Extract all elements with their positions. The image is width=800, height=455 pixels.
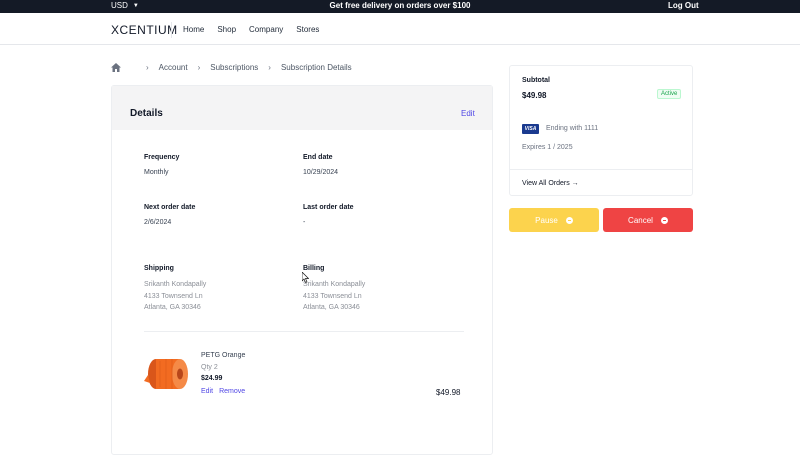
frequency-label: Frequency — [144, 154, 180, 161]
pause-button[interactable]: Pause — [509, 208, 599, 232]
product-total: $49.98 — [436, 388, 461, 397]
logout-link[interactable]: Log Out — [668, 1, 699, 10]
shipping-city: Atlanta, GA 30346 — [144, 304, 201, 311]
product-edit-link[interactable]: Edit — [201, 388, 213, 395]
announcement-bar: USD ▼ Get free delivery on orders over $… — [0, 0, 800, 13]
end-date-field: End date 10/29/2024 — [303, 154, 338, 176]
view-all-orders-link[interactable]: View All Orders → — [522, 180, 579, 187]
card-expires: Expires 1 / 2025 — [522, 144, 573, 151]
next-order-field: Next order date 2/6/2024 — [144, 204, 195, 226]
nav-item-company[interactable]: Company — [249, 25, 283, 34]
visa-card-icon: VISA — [522, 124, 539, 134]
product-actions: Edit Remove — [201, 388, 245, 395]
breadcrumb-subscription-details: Subscription Details — [280, 63, 352, 72]
nav-item-home[interactable]: Home — [183, 25, 204, 34]
frequency-value: Monthly — [144, 169, 169, 176]
cancel-button[interactable]: Cancel — [603, 208, 693, 232]
chevron-right-icon: › — [268, 63, 271, 72]
status-badge: Active — [657, 89, 682, 99]
next-order-value: 2/6/2024 — [144, 219, 172, 226]
breadcrumb-subscriptions[interactable]: Subscriptions — [210, 63, 258, 72]
card-ending: Ending with 1111 — [546, 125, 599, 132]
shipping-street: 4133 Townsend Ln — [144, 292, 203, 300]
billing-label: Billing — [303, 265, 325, 272]
product-remove-link[interactable]: Remove — [219, 388, 245, 395]
last-order-value: - — [303, 219, 306, 226]
product-qty: Qty 2 — [201, 364, 218, 371]
details-edit-link[interactable]: Edit — [461, 109, 475, 118]
billing-address: Billing Srikanth Kondapally 4133 Townsen… — [303, 265, 365, 314]
billing-name: Srikanth Kondapally — [303, 281, 366, 288]
shipping-label: Shipping — [144, 265, 174, 272]
product-price: $24.99 — [201, 375, 223, 382]
nav-item-shop[interactable]: Shop — [217, 25, 236, 34]
product-name[interactable]: PETG Orange — [201, 352, 245, 359]
chevron-right-icon: › — [146, 63, 149, 72]
logo[interactable]: XCENTIUM — [111, 23, 178, 37]
main-nav: Home Shop Company Stores — [183, 25, 319, 34]
minus-circle-icon — [565, 216, 573, 224]
subtotal-value: $49.98 — [522, 91, 547, 100]
billing-street: 4133 Townsend Ln — [303, 292, 362, 300]
last-order-field: Last order date - — [303, 204, 354, 226]
end-date-label: End date — [303, 154, 333, 161]
cancel-button-label: Cancel — [628, 215, 653, 225]
minus-circle-icon — [660, 216, 668, 224]
site-header: XCENTIUM Home Shop Company Stores — [0, 13, 800, 45]
summary-divider — [510, 169, 692, 170]
frequency-field: Frequency Monthly — [144, 154, 179, 176]
end-date-value: 10/29/2024 — [303, 169, 339, 176]
nav-item-stores[interactable]: Stores — [296, 25, 319, 34]
subtotal-label: Subtotal — [522, 77, 550, 84]
last-order-label: Last order date — [303, 204, 354, 211]
chevron-right-icon: › — [197, 63, 201, 72]
details-divider — [144, 331, 464, 332]
home-icon[interactable] — [111, 63, 121, 72]
breadcrumb: › Account › Subscriptions › Subscription… — [111, 63, 352, 72]
product-image[interactable] — [144, 353, 190, 393]
mouse-cursor-icon — [301, 270, 310, 288]
pause-button-label: Pause — [535, 215, 558, 225]
subscription-summary: Subtotal $49.98 Active VISA Ending with … — [509, 65, 693, 196]
shipping-address: Shipping Srikanth Kondapally 4133 Townse… — [144, 265, 206, 314]
next-order-label: Next order date — [144, 204, 196, 211]
details-title: Details — [130, 108, 163, 119]
header-divider — [171, 22, 172, 38]
breadcrumb-account[interactable]: Account — [159, 63, 188, 72]
billing-city: Atlanta, GA 30346 — [303, 304, 360, 311]
details-card-header: Details Edit — [112, 86, 492, 130]
shipping-name: Srikanth Kondapally — [144, 281, 207, 288]
